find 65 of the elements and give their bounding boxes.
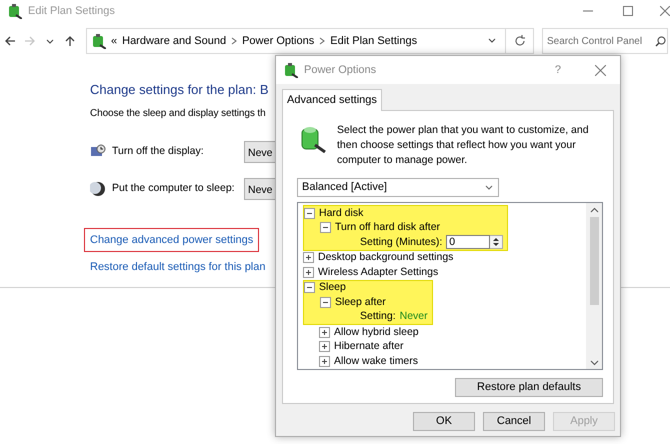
tree-item[interactable]: Sleep after — [335, 294, 386, 310]
tree-item[interactable]: Hard disk — [319, 206, 364, 222]
tree-item[interactable]: Allow wake timers — [334, 354, 418, 370]
expander-icon[interactable] — [303, 252, 314, 264]
restore-defaults-button[interactable]: Restore plan defaults — [455, 378, 603, 398]
tab[interactable]: Advanced settings — [282, 89, 382, 110]
expander-icon[interactable] — [320, 222, 331, 234]
dialog-button[interactable]: Cancel — [483, 412, 545, 430]
up-icon[interactable] — [64, 35, 76, 47]
subtitle: Choose the sleep and display settings th — [90, 106, 266, 120]
spin-up-icon[interactable] — [492, 236, 500, 242]
chevron-icon — [319, 37, 326, 45]
breadcrumb[interactable]: Edit Plan Settings — [330, 32, 418, 50]
overflow-chevron[interactable]: « — [111, 32, 118, 50]
link[interactable]: Change advanced power settings — [84, 228, 260, 252]
search-box[interactable]: Search Control Panel — [542, 28, 668, 54]
dropdown[interactable]: Neve — [244, 140, 277, 162]
chevron-up-icon[interactable] — [590, 207, 598, 214]
link[interactable]: Restore default settings for this plan — [90, 261, 266, 273]
expander-icon[interactable] — [319, 356, 330, 367]
close-icon[interactable] — [595, 64, 606, 76]
close-icon[interactable] — [660, 6, 670, 16]
search-icon — [655, 36, 666, 46]
setting-label: Setting (Minutes): — [360, 234, 442, 250]
heading: Change settings for the plan: B — [90, 81, 269, 99]
spin-down-icon[interactable] — [492, 242, 500, 248]
dropdown[interactable]: Neve — [244, 178, 277, 200]
plan-dropdown[interactable]: Balanced [Active] — [297, 178, 499, 198]
window-title: Edit Plan Settings — [28, 4, 115, 19]
expander-icon[interactable] — [304, 208, 315, 219]
setting-label: Put the computer to sleep: — [112, 180, 236, 196]
moon-icon — [90, 180, 106, 196]
breadcrumb[interactable]: Hardware and Sound — [122, 32, 226, 50]
description: Select the power plan that you want to customize, and then choose settings that reflect how you want your computer to manage power. — [337, 122, 590, 168]
plan-name: Balanced [Active] — [302, 180, 387, 196]
expander-icon[interactable] — [320, 296, 331, 308]
breadcrumb[interactable]: Power Options — [242, 32, 314, 50]
number-field[interactable]: 0 — [446, 235, 490, 250]
power-plan-icon — [90, 33, 106, 49]
dialog-title: Power Options — [304, 62, 376, 78]
tree-item[interactable]: Desktop background settings — [318, 250, 454, 266]
tree-item[interactable]: Hibernate after — [334, 339, 404, 355]
chevron-icon — [231, 37, 238, 45]
setting-label: Setting: — [360, 309, 396, 324]
chevron-down-icon[interactable] — [590, 360, 598, 366]
scrollbar[interactable] — [586, 203, 602, 370]
tree-item[interactable]: Wireless Adapter Settings — [318, 264, 438, 280]
tree-item[interactable]: Allow hybrid sleep — [334, 324, 419, 340]
expander-icon[interactable] — [303, 266, 314, 278]
back-icon[interactable] — [4, 35, 16, 47]
refresh-icon — [514, 35, 526, 47]
dialog-button[interactable]: OK — [413, 412, 475, 430]
power-plan-icon — [6, 3, 22, 19]
expander-icon[interactable] — [319, 341, 330, 352]
tree-item[interactable]: Turn off hard disk after — [335, 220, 440, 236]
expander-icon[interactable] — [304, 282, 315, 294]
tree-item[interactable]: Sleep — [319, 280, 346, 296]
setting-value[interactable]: Never — [400, 309, 428, 325]
expander-icon[interactable] — [319, 326, 330, 338]
scroll-thumb[interactable] — [590, 217, 598, 306]
setting-label: Turn off the display: — [112, 144, 205, 159]
power-plan-icon — [282, 62, 298, 78]
maximize-icon[interactable] — [623, 6, 633, 16]
refresh-button[interactable] — [506, 28, 534, 54]
help-button[interactable]: ? — [554, 62, 561, 78]
